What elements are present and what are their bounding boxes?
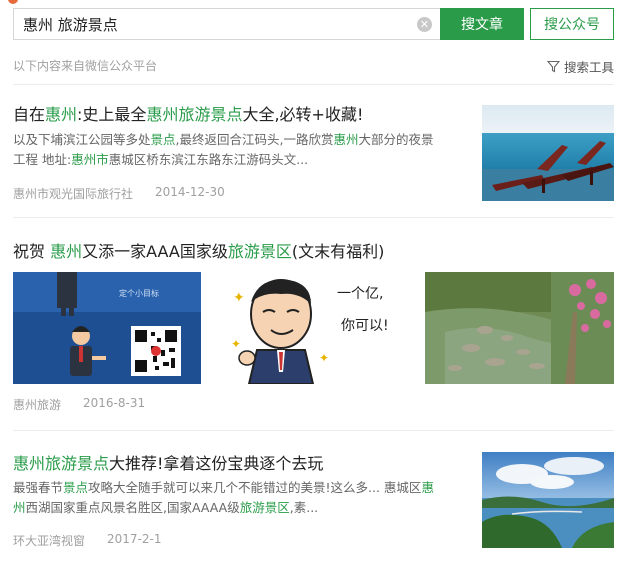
result-meta: 惠州旅游 2016-8-31 xyxy=(13,396,145,413)
result-meta: 惠州市观光国际旅行社 2014-12-30 xyxy=(13,185,225,202)
banner-text: 定个小目标 xyxy=(119,288,159,298)
title-part: 自在 xyxy=(13,105,46,124)
title-part: :史上最全 xyxy=(77,105,147,124)
title-highlight: 惠州旅游景点 xyxy=(13,454,110,473)
title-part: (文末有福利) xyxy=(291,242,385,261)
snippet-line: 州西湖国家重点风景名胜区,国家AAAA级旅游景区,素... xyxy=(13,498,453,518)
result-image-poster[interactable]: 定个小目标 xyxy=(13,272,201,384)
snippet-highlight: 景点 xyxy=(150,132,176,147)
result-snippet: 以及下埔滨江公园等多处景点,最终返回合江码头,一路欣赏惠州大部分的夜景 工程 地… xyxy=(13,130,453,170)
snippet-part: 最强春节 xyxy=(13,480,64,495)
search-input[interactable] xyxy=(14,10,404,38)
search-tools-label: 搜索工具 xyxy=(563,60,614,75)
result-image-lake[interactable] xyxy=(425,272,614,384)
result-thumbnail-bay[interactable] xyxy=(482,452,614,548)
result-source[interactable]: 惠州市观光国际旅行社 xyxy=(13,185,133,202)
sparkle-icon: ✦ xyxy=(233,290,245,306)
snippet-line: 最强春节景点攻略大全随手就可以来几个不能错过的美景!这么多... 惠城区惠 xyxy=(13,478,453,498)
sparkle-icon: ✦ xyxy=(319,351,329,365)
snippet-part: 惠城区桥东滨江东路东江游码头文... xyxy=(108,152,309,167)
result-source[interactable]: 惠州旅游 xyxy=(13,396,61,413)
result-image-cartoon[interactable]: ✦ ✦ ✦ 一个亿, 你可以! xyxy=(219,272,417,384)
search-articles-button[interactable]: 搜文章 xyxy=(440,8,524,40)
result-title[interactable]: 自在惠州:史上最全惠州旅游景点大全,必转+收藏! xyxy=(13,101,363,125)
snippet-part: 大部分的夜景 xyxy=(358,132,434,147)
result-title[interactable]: 祝贺 惠州又添一家AAA国家级旅游景区(文末有福利) xyxy=(13,238,384,262)
snippet-highlight: 惠 xyxy=(421,480,434,495)
logo-sliver xyxy=(8,0,18,4)
snippet-line: 以及下埔滨江公园等多处景点,最终返回合江码头,一路欣赏惠州大部分的夜景 xyxy=(13,130,453,150)
clear-icon[interactable]: ✕ xyxy=(417,17,432,32)
title-highlight: 惠州旅游景点 xyxy=(146,105,243,124)
result-date: 2014-12-30 xyxy=(155,185,225,199)
result-snippet: 最强春节景点攻略大全随手就可以来几个不能错过的美景!这么多... 惠城区惠 州西… xyxy=(13,478,453,518)
title-part: 又添一家AAA国家级 xyxy=(82,242,228,261)
title-highlight: 旅游景区 xyxy=(227,242,292,261)
sparkle-icon: ✦ xyxy=(231,337,241,351)
divider xyxy=(13,84,614,85)
result-date: 2016-8-31 xyxy=(83,396,146,410)
result-meta: 环大亚湾视窗 2017-2-1 xyxy=(13,532,161,549)
snippet-part: ,素... xyxy=(289,500,319,515)
snippet-part: 西湖国家重点风景名胜区,国家AAAA级 xyxy=(25,500,240,515)
result-thumbnail-beach[interactable] xyxy=(482,105,614,201)
divider xyxy=(13,217,614,218)
title-part: 祝贺 xyxy=(13,242,51,261)
snippet-part: 工程 地址: xyxy=(13,152,72,167)
divider xyxy=(13,430,614,431)
snippet-highlight: 景点 xyxy=(63,480,89,495)
snippet-part: 以及下埔滨江公园等多处 xyxy=(13,132,151,147)
result-title[interactable]: 惠州旅游景点大推荐!拿着这份宝典逐个去玩 xyxy=(13,450,323,474)
title-part: 大推荐!拿着这份宝典逐个去玩 xyxy=(109,454,324,473)
snippet-highlight: 惠州 xyxy=(333,132,359,147)
title-part: 大全,必转+收藏! xyxy=(242,105,364,124)
filter-icon xyxy=(546,60,560,73)
snippet-highlight: 旅游景区 xyxy=(239,500,290,515)
search-box: ✕ xyxy=(13,8,440,40)
snippet-highlight: 惠州市 xyxy=(71,152,109,167)
title-highlight: 惠州 xyxy=(45,105,78,124)
search-accounts-button[interactable]: 搜公众号 xyxy=(530,8,614,40)
speech-text: 你可以! xyxy=(341,318,389,334)
result-source[interactable]: 环大亚湾视窗 xyxy=(13,532,85,549)
source-note: 以下内容来自微信公众平台 xyxy=(13,59,158,73)
snippet-highlight: 州 xyxy=(13,500,26,515)
snippet-part: ,最终返回合江码头,一路欣赏 xyxy=(175,132,334,147)
speech-text: 一个亿, xyxy=(337,286,383,302)
result-date: 2017-2-1 xyxy=(107,532,162,546)
snippet-part: 攻略大全随手就可以来几个不能错过的美景!这么多... 惠城区 xyxy=(88,480,422,495)
snippet-line: 工程 地址:惠州市惠城区桥东滨江东路东江游码头文... xyxy=(13,150,453,170)
title-highlight: 惠州 xyxy=(50,242,83,261)
search-tools-button[interactable]: 搜索工具 xyxy=(546,57,614,76)
